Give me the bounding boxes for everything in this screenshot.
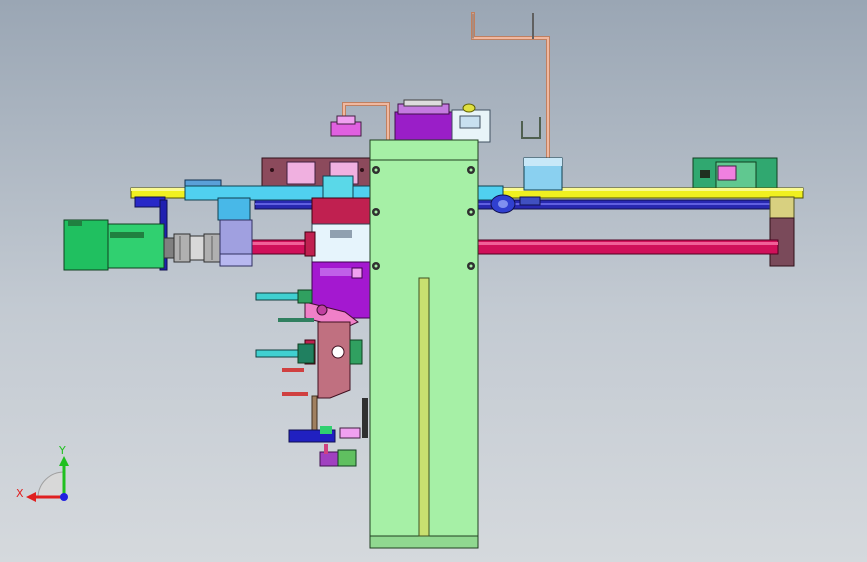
z-axis-dot bbox=[60, 493, 68, 501]
orientation-triad bbox=[26, 456, 69, 502]
sensor-box-right bbox=[523, 157, 563, 191]
triad-y-label: Y bbox=[59, 444, 66, 457]
lower-clamps bbox=[288, 395, 368, 467]
right-end-support bbox=[769, 196, 795, 267]
upper-back-plate bbox=[261, 157, 371, 189]
cad-viewport[interactable]: Y X bbox=[0, 0, 867, 562]
spool-assembly bbox=[394, 99, 491, 143]
assembly-drawing bbox=[26, 12, 804, 549]
bearing-block bbox=[219, 219, 253, 267]
main-column bbox=[369, 139, 479, 549]
gripper-head bbox=[304, 197, 371, 399]
triad-x-label: X bbox=[16, 487, 24, 500]
shaft-coupling bbox=[163, 233, 221, 263]
servo-motor bbox=[63, 219, 165, 271]
sensor-block-left bbox=[330, 115, 362, 137]
